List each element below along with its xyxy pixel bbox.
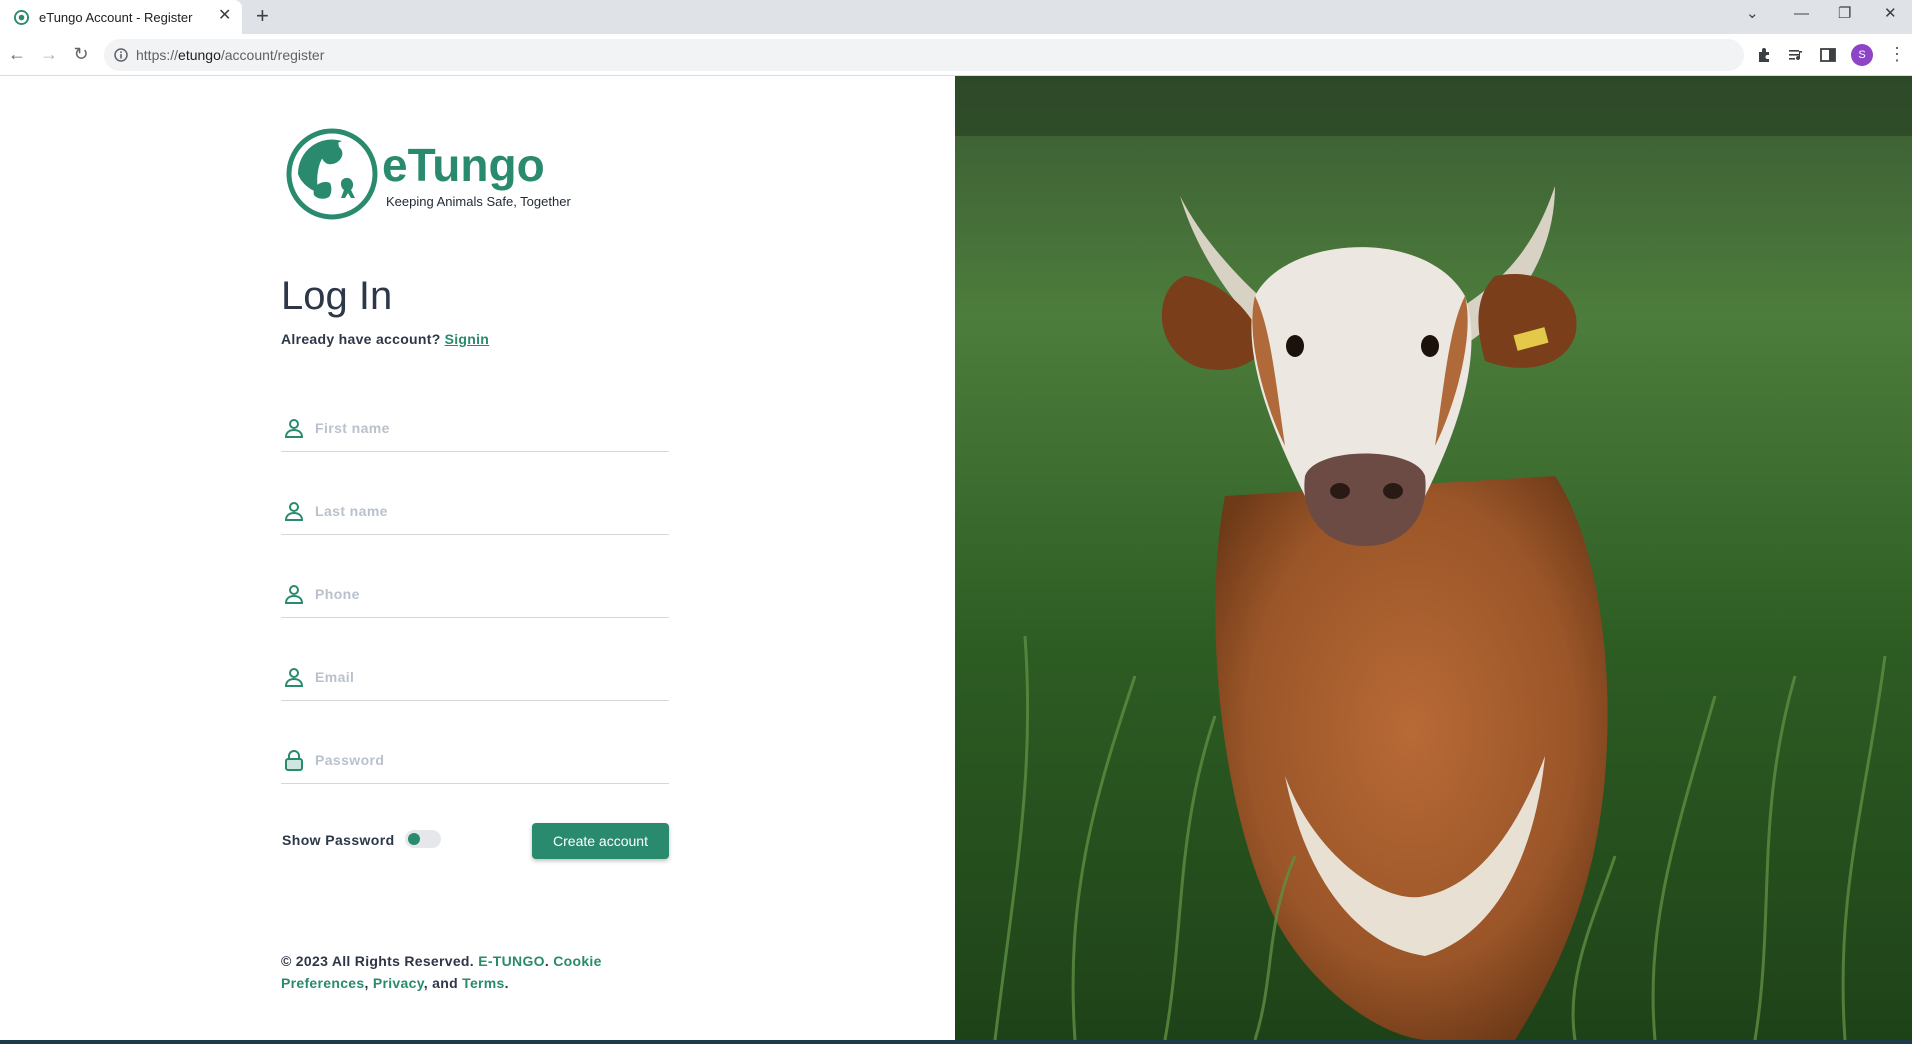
page-title: Log In [281, 274, 393, 318]
signin-prompt: Already have account? Signin [281, 331, 489, 347]
window-close-button[interactable]: ✕ [1884, 6, 1897, 22]
logo-emblem-icon [286, 128, 378, 220]
terms-link[interactable]: Terms [462, 975, 504, 991]
brand-name: eTungo [382, 139, 545, 191]
create-account-button[interactable]: Create account [532, 823, 669, 859]
browser-toolbar: ← → ↻ https://etungo/account/register S … [0, 34, 1912, 76]
show-password-toggle[interactable] [405, 830, 441, 848]
site-info-icon[interactable] [114, 48, 128, 62]
forward-button[interactable]: → [38, 43, 60, 65]
browser-tab-active[interactable]: eTungo Account - Register ✕ [0, 0, 242, 34]
email-field [281, 655, 669, 701]
password-input[interactable] [315, 746, 655, 774]
email-input[interactable] [315, 663, 655, 691]
side-panel-icon[interactable] [1819, 46, 1837, 64]
taskbar-edge [0, 1040, 1912, 1044]
last-name-input[interactable] [315, 497, 655, 525]
password-field [281, 738, 669, 784]
back-button[interactable]: ← [6, 43, 28, 65]
form-panel: eTungo Keeping Animals Safe, Together Lo… [0, 76, 955, 1040]
toggle-knob [408, 833, 420, 845]
user-icon [284, 668, 304, 687]
address-bar[interactable]: https://etungo/account/register [104, 39, 1744, 71]
footer-and: and [432, 975, 458, 991]
user-icon [284, 502, 304, 521]
last-name-field [281, 489, 669, 535]
first-name-field [281, 406, 669, 452]
register-page: eTungo Keeping Animals Safe, Together Lo… [0, 76, 1912, 1040]
browser-tabstrip: eTungo Account - Register ✕ + ⌄ — ❐ ✕ [0, 0, 1912, 34]
brand-tagline: Keeping Animals Safe, Together [386, 194, 571, 209]
cow-photo [955, 76, 1912, 1040]
reading-list-icon[interactable] [1787, 46, 1805, 64]
company-link[interactable]: E-TUNGO [478, 953, 545, 969]
privacy-link[interactable]: Privacy [373, 975, 424, 991]
minimize-button[interactable]: — [1794, 6, 1809, 22]
lock-icon [285, 750, 303, 771]
reload-button[interactable]: ↻ [70, 43, 92, 65]
user-icon [284, 419, 304, 438]
tab-title: eTungo Account - Register [39, 10, 193, 25]
new-tab-button[interactable]: + [256, 4, 269, 28]
hero-image [955, 76, 1912, 1040]
phone-input[interactable] [315, 580, 655, 608]
extensions-puzzle-icon[interactable] [1756, 46, 1774, 64]
show-password-label: Show Password [282, 832, 395, 848]
phone-field [281, 572, 669, 618]
user-icon [284, 585, 304, 604]
brand-logo: eTungo Keeping Animals Safe, Together [286, 128, 586, 224]
tab-search-chevron-icon[interactable]: ⌄ [1746, 6, 1759, 22]
restore-button[interactable]: ❐ [1838, 6, 1851, 22]
first-name-input[interactable] [315, 414, 655, 442]
copyright-text: © 2023 All Rights Reserved. [281, 953, 474, 969]
signin-prompt-text: Already have account? [281, 331, 441, 347]
page-footer: © 2023 All Rights Reserved. E-TUNGO. Coo… [281, 953, 602, 991]
tab-close-icon[interactable]: ✕ [218, 8, 231, 24]
profile-avatar[interactable]: S [1851, 44, 1873, 66]
url-text: https://etungo/account/register [136, 47, 325, 63]
site-favicon-icon [14, 10, 29, 25]
browser-menu-icon[interactable]: ⋮ [1888, 43, 1906, 65]
signin-link[interactable]: Signin [445, 331, 490, 347]
